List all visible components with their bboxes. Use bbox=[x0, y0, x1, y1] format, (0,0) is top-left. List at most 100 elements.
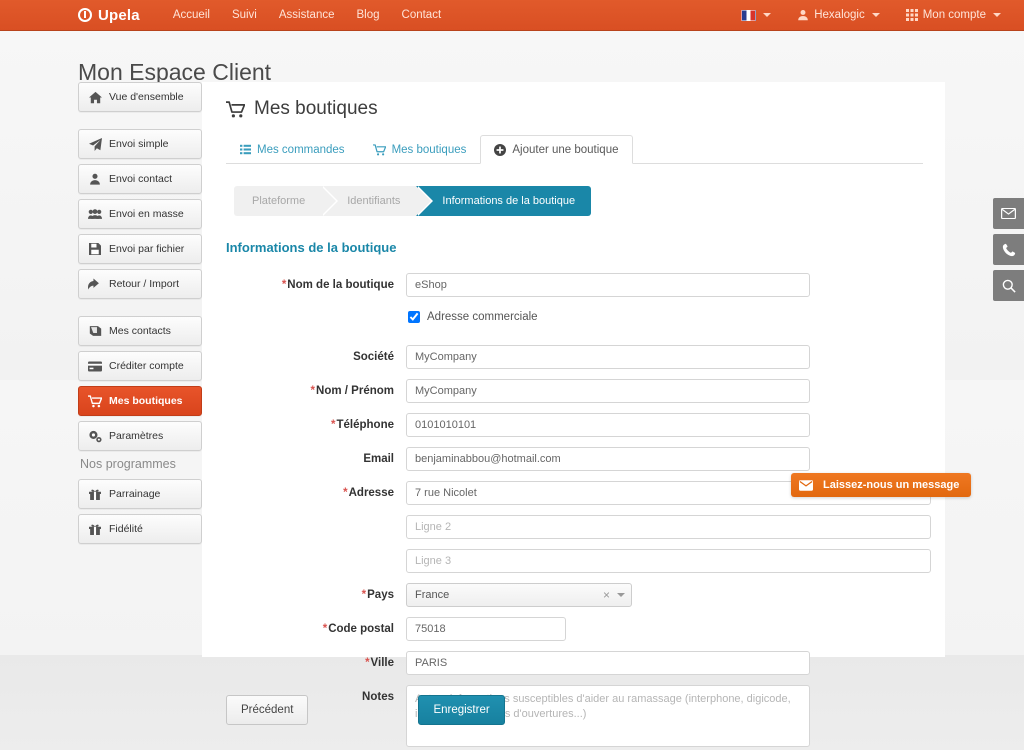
required-marker: * bbox=[310, 385, 316, 397]
nav-link-blog[interactable]: Blog bbox=[345, 0, 390, 31]
form-row-email: Email bbox=[226, 447, 923, 471]
required-marker: * bbox=[343, 487, 348, 499]
nav-link-assistance[interactable]: Assistance bbox=[268, 0, 346, 31]
tab-label: Mes boutiques bbox=[391, 143, 467, 156]
label-country: *Pays bbox=[361, 589, 394, 601]
cart-icon bbox=[372, 143, 386, 155]
gift-icon bbox=[88, 523, 102, 535]
nav-link-contact[interactable]: Contact bbox=[391, 0, 453, 31]
tab-label: Ajouter une boutique bbox=[512, 143, 619, 156]
sidebar-item-retour-import[interactable]: Retour / Import bbox=[78, 269, 202, 299]
name-input[interactable] bbox=[406, 379, 810, 403]
form-row-shop-name: *Nom de la boutique bbox=[226, 273, 923, 297]
gift-icon bbox=[88, 488, 102, 500]
sidebar-item-label: Vue d'ensemble bbox=[109, 91, 184, 103]
sidebar-item-mes-boutiques[interactable]: Mes boutiques bbox=[78, 386, 202, 416]
step-label: Plateforme bbox=[252, 195, 306, 207]
step-plateforme[interactable]: Plateforme bbox=[234, 186, 339, 216]
sidebar: Vue d'ensemble Envoi simple Envoi contac… bbox=[78, 82, 202, 549]
main-content-panel: Mes boutiques Mes commandes Mes boutique… bbox=[202, 82, 945, 747]
users-icon bbox=[88, 208, 102, 220]
previous-button[interactable]: Précédent bbox=[226, 695, 309, 725]
required-marker: * bbox=[361, 589, 367, 601]
step-informations-de-la-boutique[interactable]: Informations de la boutique bbox=[416, 186, 592, 216]
section-title: Informations de la boutique bbox=[226, 240, 397, 255]
chat-widget-button[interactable]: Laissez-nous un message bbox=[791, 473, 972, 497]
upela-logo-icon bbox=[78, 8, 92, 22]
sidebar-item-crediter-compte[interactable]: Créditer compte bbox=[78, 351, 202, 381]
phone-icon bbox=[1002, 243, 1015, 256]
sidebar-item-label: Envoi contact bbox=[109, 173, 173, 185]
tab-mes-boutiques[interactable]: Mes boutiques bbox=[359, 135, 481, 164]
rail-email-button[interactable] bbox=[993, 198, 1024, 229]
nav-link-suivi[interactable]: Suivi bbox=[221, 0, 268, 31]
company-input[interactable] bbox=[406, 345, 810, 369]
step-label: Identifiants bbox=[347, 195, 401, 207]
sidebar-section-label: Nos programmes bbox=[80, 457, 176, 471]
close-icon[interactable]: × bbox=[596, 588, 617, 602]
form-row-address-line3 bbox=[226, 549, 931, 573]
save-button[interactable]: Enregistrer bbox=[418, 695, 505, 725]
right-rail bbox=[993, 198, 1024, 301]
sidebar-item-envoi-simple[interactable]: Envoi simple bbox=[78, 129, 202, 159]
address-line3-input[interactable] bbox=[406, 549, 931, 573]
label-name: *Nom / Prénom bbox=[310, 385, 394, 397]
save-icon bbox=[88, 243, 102, 255]
required-marker: * bbox=[331, 419, 336, 431]
sidebar-item-fidelite[interactable]: Fidélité bbox=[78, 514, 202, 544]
commercial-address-checkbox-row[interactable]: Adresse commerciale bbox=[408, 311, 923, 323]
label-email: Email bbox=[363, 453, 394, 465]
sidebar-item-label: Envoi en masse bbox=[109, 208, 184, 220]
commercial-address-label[interactable]: Adresse commerciale bbox=[427, 311, 538, 323]
required-marker: * bbox=[365, 657, 370, 669]
sidebar-item-vue-densemble[interactable]: Vue d'ensemble bbox=[78, 82, 202, 112]
step-label: Informations de la boutique bbox=[442, 195, 576, 207]
grid-icon bbox=[905, 9, 918, 21]
brand-name: Upela bbox=[98, 6, 140, 24]
shop-name-input[interactable] bbox=[406, 273, 810, 297]
postal-code-input[interactable] bbox=[406, 617, 566, 641]
envelope-icon bbox=[1001, 208, 1016, 219]
chevron-down-icon bbox=[763, 13, 772, 17]
home-icon bbox=[88, 91, 102, 104]
gears-icon bbox=[88, 430, 102, 443]
credit-card-icon bbox=[88, 360, 102, 372]
sidebar-item-envoi-par-fichier[interactable]: Envoi par fichier bbox=[78, 234, 202, 264]
user-menu[interactable]: Hexalogic bbox=[784, 0, 893, 31]
required-marker: * bbox=[281, 279, 287, 291]
account-menu[interactable]: Mon compte bbox=[893, 0, 1014, 31]
envelope-icon bbox=[799, 479, 813, 491]
paper-plane-icon bbox=[88, 137, 102, 151]
commercial-address-checkbox[interactable] bbox=[408, 311, 420, 323]
cart-icon bbox=[226, 100, 245, 117]
list-icon bbox=[240, 144, 251, 155]
nav-link-accueil[interactable]: Accueil bbox=[162, 0, 221, 31]
sidebar-item-label: Paramètres bbox=[109, 430, 164, 442]
sidebar-item-label: Parrainage bbox=[109, 488, 161, 500]
arrow-back-icon bbox=[88, 278, 102, 290]
tab-ajouter-une-boutique[interactable]: Ajouter une boutique bbox=[480, 135, 633, 164]
email-input[interactable] bbox=[406, 447, 810, 471]
label-address: *Adresse bbox=[343, 487, 394, 499]
form-row-address-line2 bbox=[226, 515, 931, 539]
brand-logo-link[interactable]: Upela bbox=[78, 7, 140, 24]
sidebar-item-envoi-contact[interactable]: Envoi contact bbox=[78, 164, 202, 194]
flag-icon bbox=[741, 9, 757, 21]
form-row-commercial-address: Adresse commerciale bbox=[226, 307, 923, 335]
phone-input[interactable] bbox=[406, 413, 810, 437]
sidebar-item-envoi-en-masse[interactable]: Envoi en masse bbox=[78, 199, 202, 229]
sidebar-item-parrainage[interactable]: Parrainage bbox=[78, 479, 202, 509]
sidebar-item-label: Mes boutiques bbox=[109, 395, 183, 407]
sidebar-item-parametres[interactable]: Paramètres bbox=[78, 421, 202, 451]
rail-phone-button[interactable] bbox=[993, 234, 1024, 265]
city-input[interactable] bbox=[406, 651, 810, 675]
address-line2-input[interactable] bbox=[406, 515, 931, 539]
country-select[interactable]: France × bbox=[406, 583, 632, 607]
rail-search-button[interactable] bbox=[993, 270, 1024, 301]
tab-mes-commandes[interactable]: Mes commandes bbox=[226, 135, 359, 164]
language-selector[interactable] bbox=[728, 9, 784, 21]
form-row-company: Société bbox=[226, 345, 923, 369]
sidebar-item-mes-contacts[interactable]: Mes contacts bbox=[78, 316, 202, 346]
cart-icon bbox=[88, 394, 102, 408]
